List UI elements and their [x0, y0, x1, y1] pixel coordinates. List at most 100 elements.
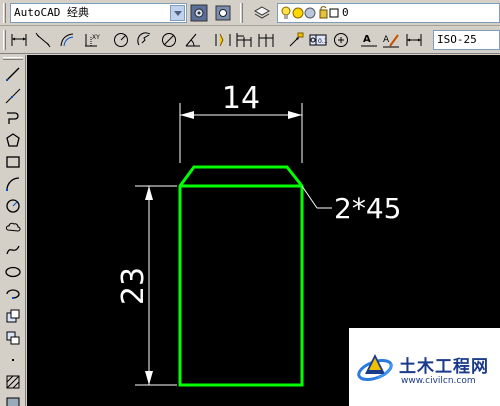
- dimension-update-icon: [406, 34, 422, 46]
- make-block-button[interactable]: [3, 328, 23, 348]
- dimstyle-select-value: ISO-25: [437, 33, 477, 46]
- point-tool-button[interactable]: [3, 350, 23, 370]
- ellipse-arc-tool-button[interactable]: [3, 284, 23, 304]
- toolbar-grip[interactable]: [240, 3, 243, 23]
- dimstyle-select[interactable]: ISO-25: [433, 30, 500, 50]
- jogged-icon: [137, 32, 151, 46]
- toolbar-grip[interactable]: [3, 30, 6, 50]
- chamfer-text: 2*45: [334, 192, 401, 225]
- toolbar-grip[interactable]: [3, 3, 6, 23]
- arrowhead-left: [180, 111, 194, 119]
- polyline-tool-button[interactable]: [3, 108, 23, 128]
- linear-dimension-icon: [11, 34, 27, 46]
- center-mark-button[interactable]: [331, 30, 351, 50]
- part-outline[interactable]: [178, 165, 304, 387]
- arrowhead-top: [145, 186, 153, 200]
- leader-line: [301, 185, 318, 209]
- workspace-settings-button[interactable]: [189, 3, 209, 23]
- workspaces-toolbar: AutoCAD 经典 0: [0, 0, 500, 26]
- layer-select[interactable]: 0: [277, 3, 500, 23]
- workspace-select[interactable]: AutoCAD 经典: [10, 3, 187, 23]
- dimension-edit-button[interactable]: A: [359, 30, 379, 50]
- watermark-site-name: 土木工程网: [399, 357, 489, 377]
- quick-dimension-icon: [215, 33, 231, 47]
- layers-icon: [253, 6, 271, 19]
- spline-tool-button[interactable]: [3, 240, 23, 260]
- arrowhead-right: [288, 111, 302, 119]
- layer-select-value: 0: [342, 6, 349, 19]
- height-dimension[interactable]: 23: [116, 185, 177, 386]
- save-workspace-button[interactable]: [213, 3, 233, 23]
- gear-icon: [190, 4, 208, 22]
- diameter-dimension-button[interactable]: [159, 30, 179, 50]
- arc-icon: [6, 177, 20, 191]
- civilcn-logo-icon: [357, 354, 393, 382]
- polygon-tool-button[interactable]: [3, 130, 23, 150]
- dimension-text-height: 23: [116, 267, 151, 305]
- chevron-down-icon[interactable]: [170, 5, 185, 21]
- dimension-toolbar: XY 0.1 A A ISO-25: [0, 26, 500, 54]
- insert-block-button[interactable]: [3, 306, 23, 326]
- svg-text:A: A: [363, 34, 371, 45]
- cloud-icon: [6, 222, 21, 232]
- svg-text:0.1: 0.1: [318, 38, 327, 45]
- tolerance-icon: 0.1: [309, 34, 327, 46]
- revision-cloud-button[interactable]: [3, 218, 23, 238]
- arc-tool-button[interactable]: [3, 174, 23, 194]
- quick-leader-button[interactable]: [286, 30, 306, 50]
- circle-icon: [6, 199, 20, 213]
- toolbar-grip[interactable]: [3, 57, 23, 60]
- jogged-dimension-button[interactable]: [135, 30, 155, 50]
- block-icon: [6, 331, 20, 345]
- pencil-icon: A: [383, 34, 399, 48]
- diameter-icon: [162, 33, 176, 47]
- xline-icon: [5, 88, 21, 104]
- ellipse-tool-button[interactable]: [3, 262, 23, 282]
- workspace-select-value: AutoCAD 经典: [14, 6, 89, 19]
- width-dimension[interactable]: 14: [179, 81, 303, 163]
- arc-length-icon: [60, 33, 74, 47]
- ellipse-arc-icon: [6, 289, 20, 299]
- point-icon: [12, 359, 14, 361]
- radius-icon: [114, 33, 128, 47]
- angular-dimension-button[interactable]: [183, 30, 203, 50]
- svg-text:XY: XY: [92, 34, 100, 41]
- linear-dimension-button[interactable]: [9, 30, 29, 50]
- hatch-icon: [6, 375, 20, 389]
- watermark-site-url: www.civilcn.com: [401, 376, 476, 386]
- gradient-icon: [6, 397, 20, 406]
- radius-dimension-button[interactable]: [111, 30, 131, 50]
- ordinate-dimension-button[interactable]: XY: [81, 30, 101, 50]
- insert-block-icon: [6, 309, 20, 323]
- ellipse-icon: [5, 266, 21, 278]
- dimension-edit-icon: A: [361, 34, 377, 47]
- gradient-tool-button[interactable]: [3, 394, 23, 406]
- rectangle-icon: [6, 156, 20, 168]
- center-mark-icon: [334, 33, 348, 47]
- circle-tool-button[interactable]: [3, 196, 23, 216]
- aligned-dimension-icon: [35, 32, 51, 48]
- chamfer-leader[interactable]: 2*45: [301, 185, 401, 225]
- aligned-dimension-button[interactable]: [33, 30, 53, 50]
- gear-icon: [215, 5, 231, 21]
- leader-icon: [289, 32, 304, 47]
- dimension-text-width: 14: [222, 81, 260, 116]
- dimension-text-edit-button[interactable]: A: [381, 30, 401, 50]
- hatch-tool-button[interactable]: [3, 372, 23, 392]
- rectangle-tool-button[interactable]: [3, 152, 23, 172]
- dimension-update-button[interactable]: [404, 30, 424, 50]
- tolerance-button[interactable]: 0.1: [308, 30, 328, 50]
- arc-length-button[interactable]: [57, 30, 77, 50]
- draw-toolbar: [0, 55, 26, 406]
- continue-dimension-button[interactable]: [256, 30, 276, 50]
- quick-dimension-button[interactable]: [213, 30, 233, 50]
- line-tool-button[interactable]: [3, 64, 23, 84]
- layer-manager-button[interactable]: [252, 3, 272, 23]
- baseline-dimension-button[interactable]: [234, 30, 254, 50]
- polygon-icon: [6, 133, 20, 147]
- angle-icon: [185, 33, 200, 47]
- construction-line-button[interactable]: [3, 86, 23, 106]
- svg-text:A: A: [383, 35, 390, 45]
- ordinate-dimension-icon: XY: [85, 34, 100, 47]
- line-icon: [6, 67, 20, 81]
